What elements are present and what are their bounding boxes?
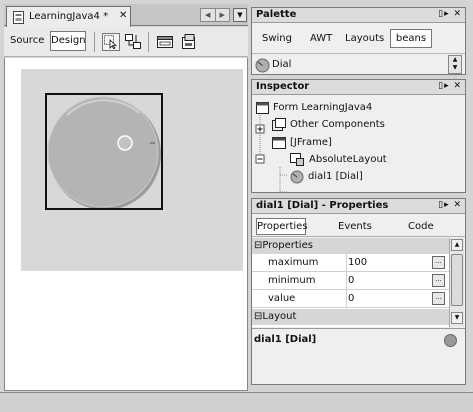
toolbar-separator bbox=[148, 32, 149, 52]
tree-node-label: dial1 [Dial] bbox=[308, 171, 363, 182]
properties-header: dial1 [Dial] - Properties ▯▸ ✕ bbox=[252, 199, 465, 214]
palette-category-tabs: Swing AWT Layouts beans bbox=[252, 24, 465, 54]
property-sheet-scrollbar[interactable]: ▲ ▼ bbox=[449, 238, 464, 327]
design-canvas[interactable] bbox=[4, 58, 248, 391]
tab-list-dropdown-icon[interactable]: ▼ bbox=[233, 8, 247, 22]
property-row-maximum[interactable]: maximum 100 ... bbox=[252, 254, 449, 272]
layout-icon bbox=[290, 153, 305, 166]
property-sheet: ⊟Properties maximum 100 ... minimum 0 ..… bbox=[252, 238, 449, 327]
palette-tab-layouts[interactable]: Layouts bbox=[345, 33, 384, 44]
palette-tab-beans[interactable]: beans bbox=[390, 29, 432, 48]
property-row-minimum[interactable]: minimum 0 ... bbox=[252, 272, 449, 290]
tree-node-label: AbsoluteLayout bbox=[309, 154, 387, 165]
tree-node-label: [JFrame] bbox=[290, 137, 332, 148]
editor-tab-learningjava4[interactable]: LearningJava4 * ✕ bbox=[6, 6, 131, 27]
group-title: Properties bbox=[262, 240, 313, 251]
scroll-thumb[interactable] bbox=[451, 254, 463, 306]
preview-design-icon[interactable] bbox=[156, 33, 174, 51]
editor-tab-label: LearningJava4 * bbox=[29, 11, 109, 22]
property-editor-button[interactable]: ... bbox=[432, 274, 445, 287]
property-value[interactable]: 0 bbox=[348, 293, 354, 304]
property-value[interactable]: 100 bbox=[348, 257, 367, 268]
property-group-label: ⊟Layout bbox=[254, 311, 296, 322]
tab-scroll-right-icon[interactable]: ▶ bbox=[214, 9, 230, 21]
scroll-down-icon[interactable]: ▼ bbox=[449, 64, 461, 72]
property-editor-button[interactable]: ... bbox=[432, 256, 445, 269]
palette-title: Palette bbox=[256, 9, 297, 20]
java-file-icon bbox=[12, 11, 25, 24]
inspector-pane: Inspector ▯▸ ✕ Form LearningJava4 Other … bbox=[251, 79, 466, 193]
dial-bean-icon bbox=[290, 170, 304, 184]
form-editor: LearningJava4 * ✕ ◀ ▶ ▼ Source Design bbox=[4, 4, 248, 391]
group-title: Layout bbox=[262, 311, 297, 322]
property-name: maximum bbox=[268, 257, 319, 268]
status-bar bbox=[0, 392, 473, 412]
source-view-tab[interactable]: Source bbox=[10, 35, 44, 46]
properties-window-controls[interactable]: ▯▸ ✕ bbox=[438, 200, 462, 210]
tree-node-absolutelayout[interactable]: AbsoluteLayout bbox=[290, 151, 387, 168]
tree-node-jframe[interactable]: [JFrame] bbox=[272, 134, 332, 151]
jframe-form[interactable] bbox=[21, 69, 243, 271]
tab-properties[interactable]: Properties bbox=[256, 218, 308, 235]
palette-item-dial[interactable]: Dial bbox=[272, 59, 291, 70]
property-editor-button[interactable]: ... bbox=[432, 292, 445, 305]
property-value[interactable]: 0 bbox=[348, 275, 354, 286]
dial-face bbox=[47, 96, 161, 208]
cell-divider bbox=[346, 272, 347, 290]
scroll-up-icon[interactable]: ▲ bbox=[449, 56, 461, 64]
description-title: dial1 [Dial] bbox=[254, 334, 317, 345]
palette-tab-awt[interactable]: AWT bbox=[310, 33, 332, 44]
property-description-area: dial1 [Dial] bbox=[252, 328, 465, 384]
toolbar-separator bbox=[94, 32, 95, 52]
properties-title: dial1 [Dial] - Properties bbox=[256, 200, 389, 211]
scroll-down-icon[interactable]: ▼ bbox=[451, 312, 463, 324]
property-group-properties[interactable]: ⊟Properties bbox=[252, 238, 449, 254]
palette-pane: Palette ▯▸ ✕ Swing AWT Layouts beans Dia… bbox=[251, 7, 466, 75]
close-icon[interactable]: ✕ bbox=[119, 10, 127, 21]
properties-tabs: Properties Events Code bbox=[252, 215, 465, 237]
inspector-title: Inspector bbox=[256, 81, 310, 92]
property-row-value[interactable]: value 0 ... bbox=[252, 290, 449, 308]
palette-header: Palette ▯▸ ✕ bbox=[252, 8, 465, 23]
tab-code[interactable]: Code bbox=[408, 221, 434, 232]
property-name: minimum bbox=[268, 275, 316, 286]
tree-node-label: Other Components bbox=[290, 119, 385, 130]
scroll-up-icon[interactable]: ▲ bbox=[451, 239, 463, 251]
jframe-icon bbox=[272, 136, 286, 149]
design-view-tab[interactable]: Design bbox=[50, 31, 86, 51]
inspector-window-controls[interactable]: ▯▸ ✕ bbox=[438, 81, 462, 91]
palette-tab-swing[interactable]: Swing bbox=[262, 33, 292, 44]
tree-node-other-components[interactable]: Other Components bbox=[272, 116, 385, 133]
tab-events[interactable]: Events bbox=[338, 221, 372, 232]
cell-divider bbox=[346, 254, 347, 272]
components-folder-icon bbox=[272, 118, 286, 131]
dial-component[interactable] bbox=[45, 93, 163, 210]
cell-divider bbox=[346, 290, 347, 308]
form-icon bbox=[256, 101, 269, 114]
tab-scroll-left-icon[interactable]: ◀ bbox=[201, 9, 215, 21]
tree-node-label: Form LearningJava4 bbox=[273, 102, 373, 113]
tab-scroll-buttons: ◀ ▶ bbox=[200, 8, 230, 22]
help-icon[interactable] bbox=[444, 334, 457, 347]
tree-node-form[interactable]: Form LearningJava4 bbox=[256, 99, 372, 116]
customize-icon[interactable] bbox=[180, 33, 198, 51]
design-toolbar: Source Design bbox=[4, 27, 248, 57]
palette-window-controls[interactable]: ▯▸ ✕ bbox=[438, 9, 462, 19]
dial-bean-icon[interactable] bbox=[255, 58, 270, 73]
connection-mode-icon[interactable] bbox=[124, 33, 142, 51]
property-group-label: ⊟Properties bbox=[254, 240, 313, 251]
property-group-layout[interactable]: ⊟Layout bbox=[252, 309, 449, 325]
property-name: value bbox=[268, 293, 296, 304]
editor-tab-bar: LearningJava4 * ✕ ◀ ▶ ▼ bbox=[4, 4, 248, 27]
properties-pane: dial1 [Dial] - Properties ▯▸ ✕ Propertie… bbox=[251, 198, 466, 385]
selection-mode-icon[interactable] bbox=[102, 33, 120, 51]
inspector-header: Inspector ▯▸ ✕ bbox=[252, 80, 465, 95]
palette-scrollbar[interactable]: ▲ ▼ bbox=[448, 55, 462, 74]
tree-node-dial1[interactable]: dial1 [Dial] bbox=[290, 168, 363, 185]
